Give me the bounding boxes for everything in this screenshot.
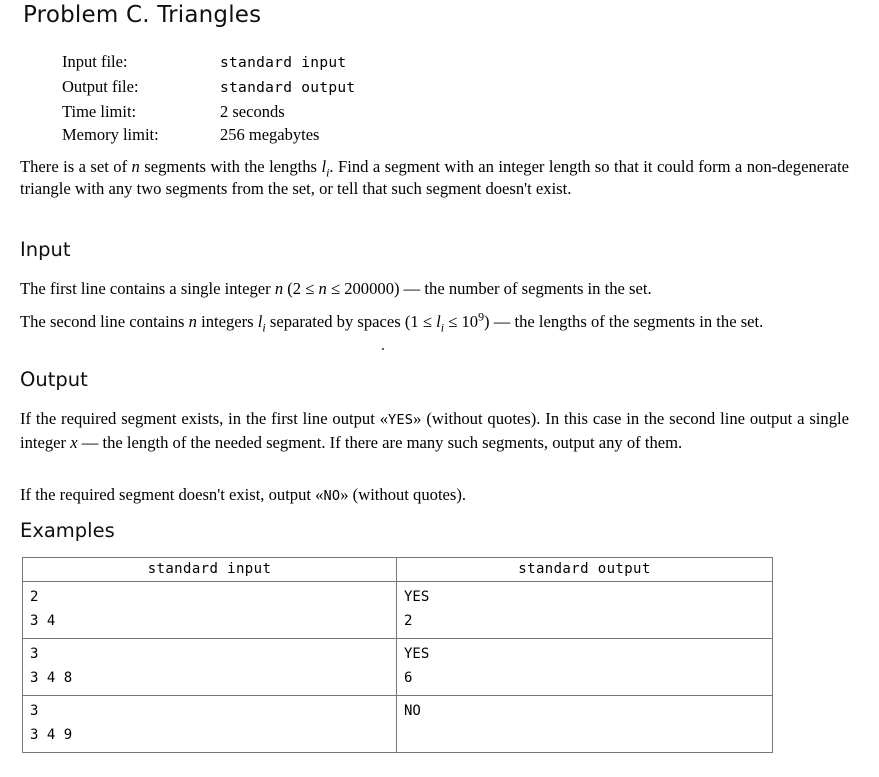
input-p1-constraint-var: n bbox=[318, 279, 327, 298]
statement-var-n: n bbox=[131, 157, 140, 176]
metadata-value-output-file: standard output bbox=[220, 80, 356, 96]
metadata-label-input-file: Input file: bbox=[62, 52, 128, 71]
table-row: 2 3 4 YES 2 bbox=[22, 581, 773, 639]
example-input-cell-1: 2 3 4 bbox=[22, 581, 397, 639]
statement-text-2: segments with the lengths bbox=[139, 157, 322, 176]
metadata-label-time-limit: Time limit: bbox=[62, 102, 137, 121]
output-no-literal: NO bbox=[323, 488, 341, 504]
input-p1-constraint-open: (2 ≤ bbox=[283, 279, 319, 298]
example-output-line bbox=[404, 724, 772, 748]
input-p2-text-c: separated by spaces (1 ≤ bbox=[265, 312, 437, 331]
output-p1-text-a: If the required segment exists, in the f… bbox=[20, 409, 389, 428]
metadata-row-memory-limit: Memory limit: 256 megabytes bbox=[62, 123, 355, 146]
metadata-row-output-file: Output file: standard output bbox=[62, 75, 355, 100]
input-paragraph-1: The first line contains a single integer… bbox=[20, 278, 849, 300]
metadata-label-memory-limit: Memory limit: bbox=[62, 125, 159, 144]
section-heading-output: Output bbox=[20, 368, 88, 391]
input-p1-text-a: The first line contains a single integer bbox=[20, 279, 275, 298]
example-output-cell-3: NO bbox=[396, 695, 773, 753]
example-input-line: 3 bbox=[30, 646, 39, 662]
example-input-line: 3 bbox=[30, 703, 39, 719]
output-p2-text-b: » (without quotes). bbox=[340, 485, 467, 504]
input-p1-constraint-close: ≤ 200000) bbox=[326, 279, 400, 298]
input-p2-text-d: ≤ 10 bbox=[444, 312, 479, 331]
example-output-cell-2: YES 6 bbox=[396, 638, 773, 696]
metadata-value-input-file: standard input bbox=[220, 55, 347, 71]
output-p1-text-c: — the length of the needed segment. If t… bbox=[77, 432, 683, 452]
page-artifact-dot bbox=[382, 348, 384, 350]
table-row: 3 3 4 9 NO bbox=[22, 695, 773, 753]
metadata-value-time-limit: 2 seconds bbox=[220, 102, 285, 121]
section-heading-input: Input bbox=[20, 238, 71, 261]
examples-table: standard input standard output 2 3 4 YES… bbox=[22, 557, 773, 753]
page-title: Problem C. Triangles bbox=[23, 2, 262, 28]
example-output-line: YES bbox=[404, 646, 430, 662]
problem-statement-page: Problem C. Triangles Input file: standar… bbox=[0, 0, 879, 777]
output-p1-var-x: x bbox=[70, 432, 78, 452]
example-input-line: 3 4 bbox=[30, 612, 56, 629]
statement-paragraph: There is a set of n segments with the le… bbox=[20, 156, 849, 199]
metadata-value-memory-limit: 256 megabytes bbox=[220, 125, 320, 144]
output-paragraph-1: If the required segment exists, in the f… bbox=[20, 408, 849, 453]
metadata-row-input-file: Input file: standard input bbox=[62, 50, 355, 75]
output-paragraph-2: If the required segment doesn't exist, o… bbox=[20, 484, 849, 508]
section-heading-examples: Examples bbox=[20, 519, 115, 542]
input-p2-text-a: The second line contains bbox=[20, 312, 189, 331]
example-input-line: 3 4 9 bbox=[30, 726, 73, 743]
example-input-cell-2: 3 3 4 8 bbox=[22, 638, 397, 696]
example-input-cell-3: 3 3 4 9 bbox=[22, 695, 397, 753]
example-input-line: 2 bbox=[30, 589, 39, 605]
output-yes-literal: YES bbox=[388, 412, 414, 428]
table-row: 3 3 4 8 YES 6 bbox=[22, 638, 773, 696]
example-output-line: YES bbox=[404, 589, 430, 605]
examples-header-output: standard output bbox=[396, 557, 773, 582]
problem-metadata-table: Input file: standard input Output file: … bbox=[62, 50, 355, 146]
statement-text-1: There is a set of bbox=[20, 157, 132, 176]
example-output-line: 6 bbox=[404, 669, 413, 686]
input-p2-text-b: integers bbox=[196, 312, 258, 331]
examples-header-row: standard input standard output bbox=[22, 557, 773, 582]
example-output-line: 2 bbox=[404, 612, 413, 629]
metadata-row-time-limit: Time limit: 2 seconds bbox=[62, 100, 355, 123]
input-p1-var-n: n bbox=[274, 279, 284, 298]
example-output-line: NO bbox=[404, 703, 421, 719]
output-p2-text-a: If the required segment doesn't exist, o… bbox=[20, 485, 324, 504]
input-paragraph-2: The second line contains n integers li s… bbox=[20, 310, 849, 333]
input-p2-text-f: — the lengths of the segments in the set… bbox=[489, 312, 764, 331]
input-p1-text-b: — the number of segments in the set. bbox=[399, 279, 652, 298]
example-input-line: 3 4 8 bbox=[30, 669, 73, 686]
example-output-cell-1: YES 2 bbox=[396, 581, 773, 639]
input-p2-var-n: n bbox=[188, 312, 197, 331]
examples-header-input: standard input bbox=[22, 557, 397, 582]
metadata-label-output-file: Output file: bbox=[62, 77, 139, 96]
